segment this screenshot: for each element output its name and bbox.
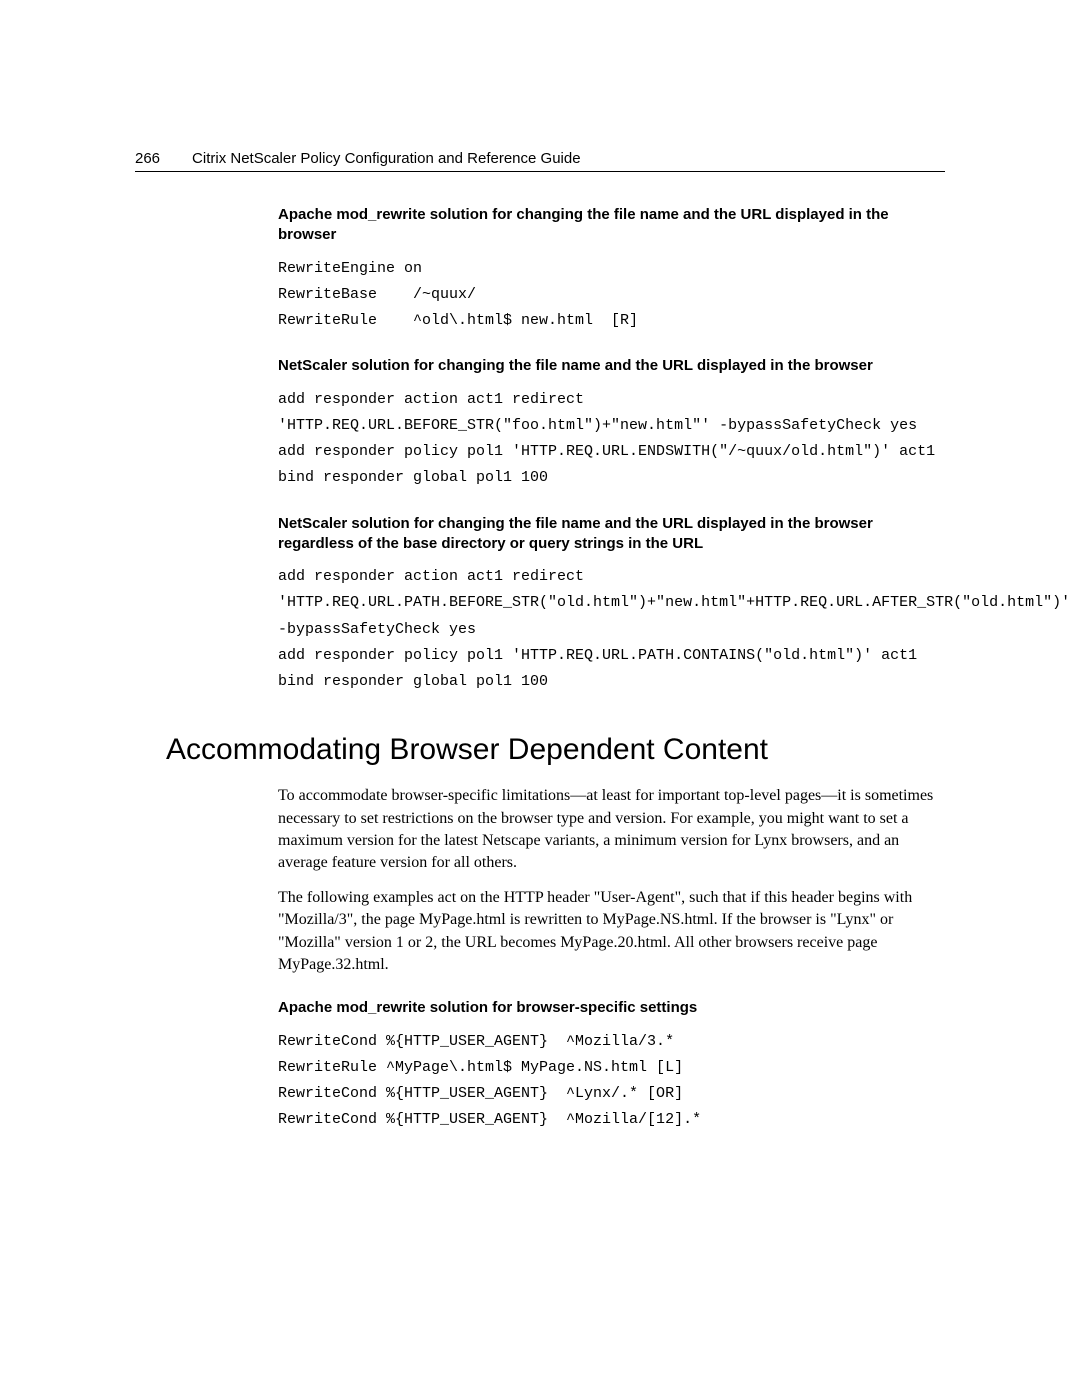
code-line: add responder action act1 redirect 'HTTP… [278,391,917,434]
content-block-2: To accommodate browser-specific limitati… [278,785,945,1133]
code-line: RewriteCond %{HTTP_USER_AGENT} ^Mozilla/… [278,1111,701,1128]
document-page: 266 Citrix NetScaler Policy Configuratio… [0,0,1080,1397]
code-line: RewriteRule ^old\.html$ new.html [R] [278,312,638,329]
code-line: RewriteCond %{HTTP_USER_AGENT} ^Mozilla/… [278,1033,674,1050]
sub-heading-3: NetScaler solution for changing the file… [278,514,945,555]
code-line: RewriteCond %{HTTP_USER_AGENT} ^Lynx/.* … [278,1085,683,1102]
main-heading: Accommodating Browser Dependent Content [166,733,945,767]
paragraph-2: The following examples act on the HTTP h… [278,887,945,977]
code-line: bind responder global pol1 100 [278,469,548,486]
code-block-3: add responder action act1 redirect 'HTTP… [278,564,945,695]
code-line: add responder policy pol1 'HTTP.REQ.URL.… [278,647,917,664]
main-heading-section: Accommodating Browser Dependent Content [166,733,945,767]
sub-heading-1: Apache mod_rewrite solution for changing… [278,205,945,246]
content-block-1: Apache mod_rewrite solution for changing… [278,205,945,695]
code-line: RewriteRule ^MyPage\.html$ MyPage.NS.htm… [278,1059,683,1076]
sub-heading-4: Apache mod_rewrite solution for browser-… [278,998,945,1018]
page-header-line: 266 Citrix NetScaler Policy Configuratio… [135,150,945,172]
sub-heading-2: NetScaler solution for changing the file… [278,356,945,376]
code-line: RewriteBase /~quux/ [278,286,476,303]
code-line: add responder policy pol1 'HTTP.REQ.URL.… [278,443,935,460]
page-header: 266 Citrix NetScaler Policy Configuratio… [135,150,945,172]
code-block-4: RewriteCond %{HTTP_USER_AGENT} ^Mozilla/… [278,1029,945,1134]
page-number: 266 [135,150,160,167]
code-line: add responder action act1 redirect 'HTTP… [278,568,1079,638]
code-block-1: RewriteEngine on RewriteBase /~quux/ Rew… [278,256,945,335]
code-block-2: add responder action act1 redirect 'HTTP… [278,387,945,492]
code-line: bind responder global pol1 100 [278,673,548,690]
page-header-title: Citrix NetScaler Policy Configuration an… [192,150,581,167]
paragraph-1: To accommodate browser-specific limitati… [278,785,945,875]
code-line: RewriteEngine on [278,260,422,277]
